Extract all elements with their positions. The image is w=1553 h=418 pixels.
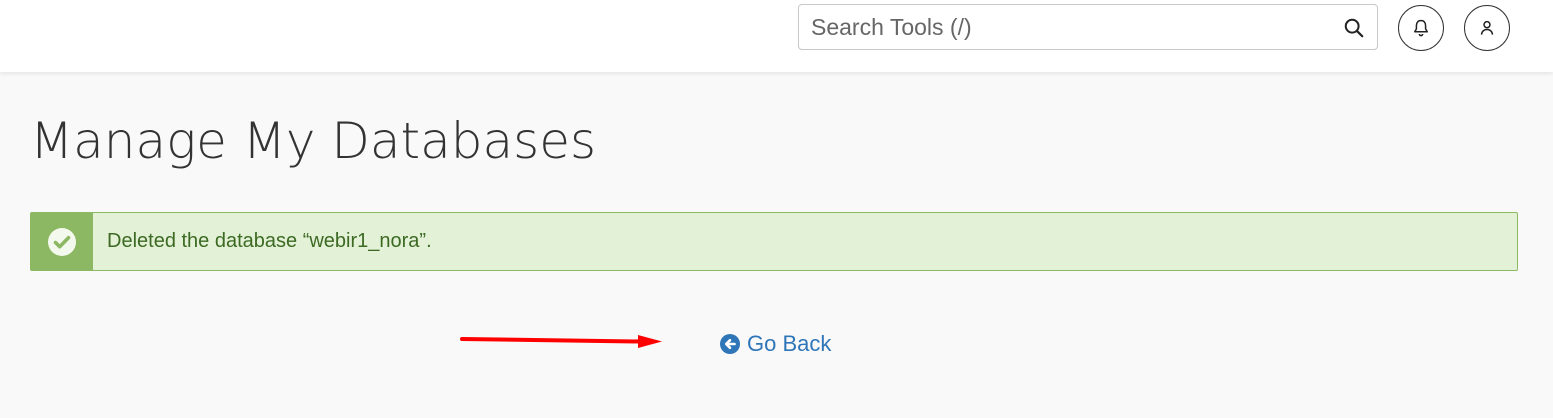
user-icon xyxy=(1480,20,1494,35)
success-alert: Deleted the database “webir1_nora”. xyxy=(30,212,1518,271)
red-arrow-annotation xyxy=(460,335,662,348)
search-input[interactable] xyxy=(799,5,1341,49)
user-account-button[interactable] xyxy=(1464,5,1510,51)
notifications-button[interactable] xyxy=(1398,5,1444,51)
go-back-link[interactable]: Go Back xyxy=(720,331,831,357)
top-header xyxy=(0,0,1553,72)
page-title: Manage My Databases xyxy=(30,112,597,170)
search-box xyxy=(798,4,1378,50)
arrow-left-circle-icon xyxy=(720,334,740,354)
check-circle-icon xyxy=(48,227,76,256)
alert-message: Deleted the database “webir1_nora”. xyxy=(107,230,432,252)
alert-icon-cell xyxy=(31,213,93,270)
bell-icon xyxy=(1414,19,1428,37)
search-icon[interactable] xyxy=(1343,17,1365,39)
go-back-label: Go Back xyxy=(747,331,832,356)
